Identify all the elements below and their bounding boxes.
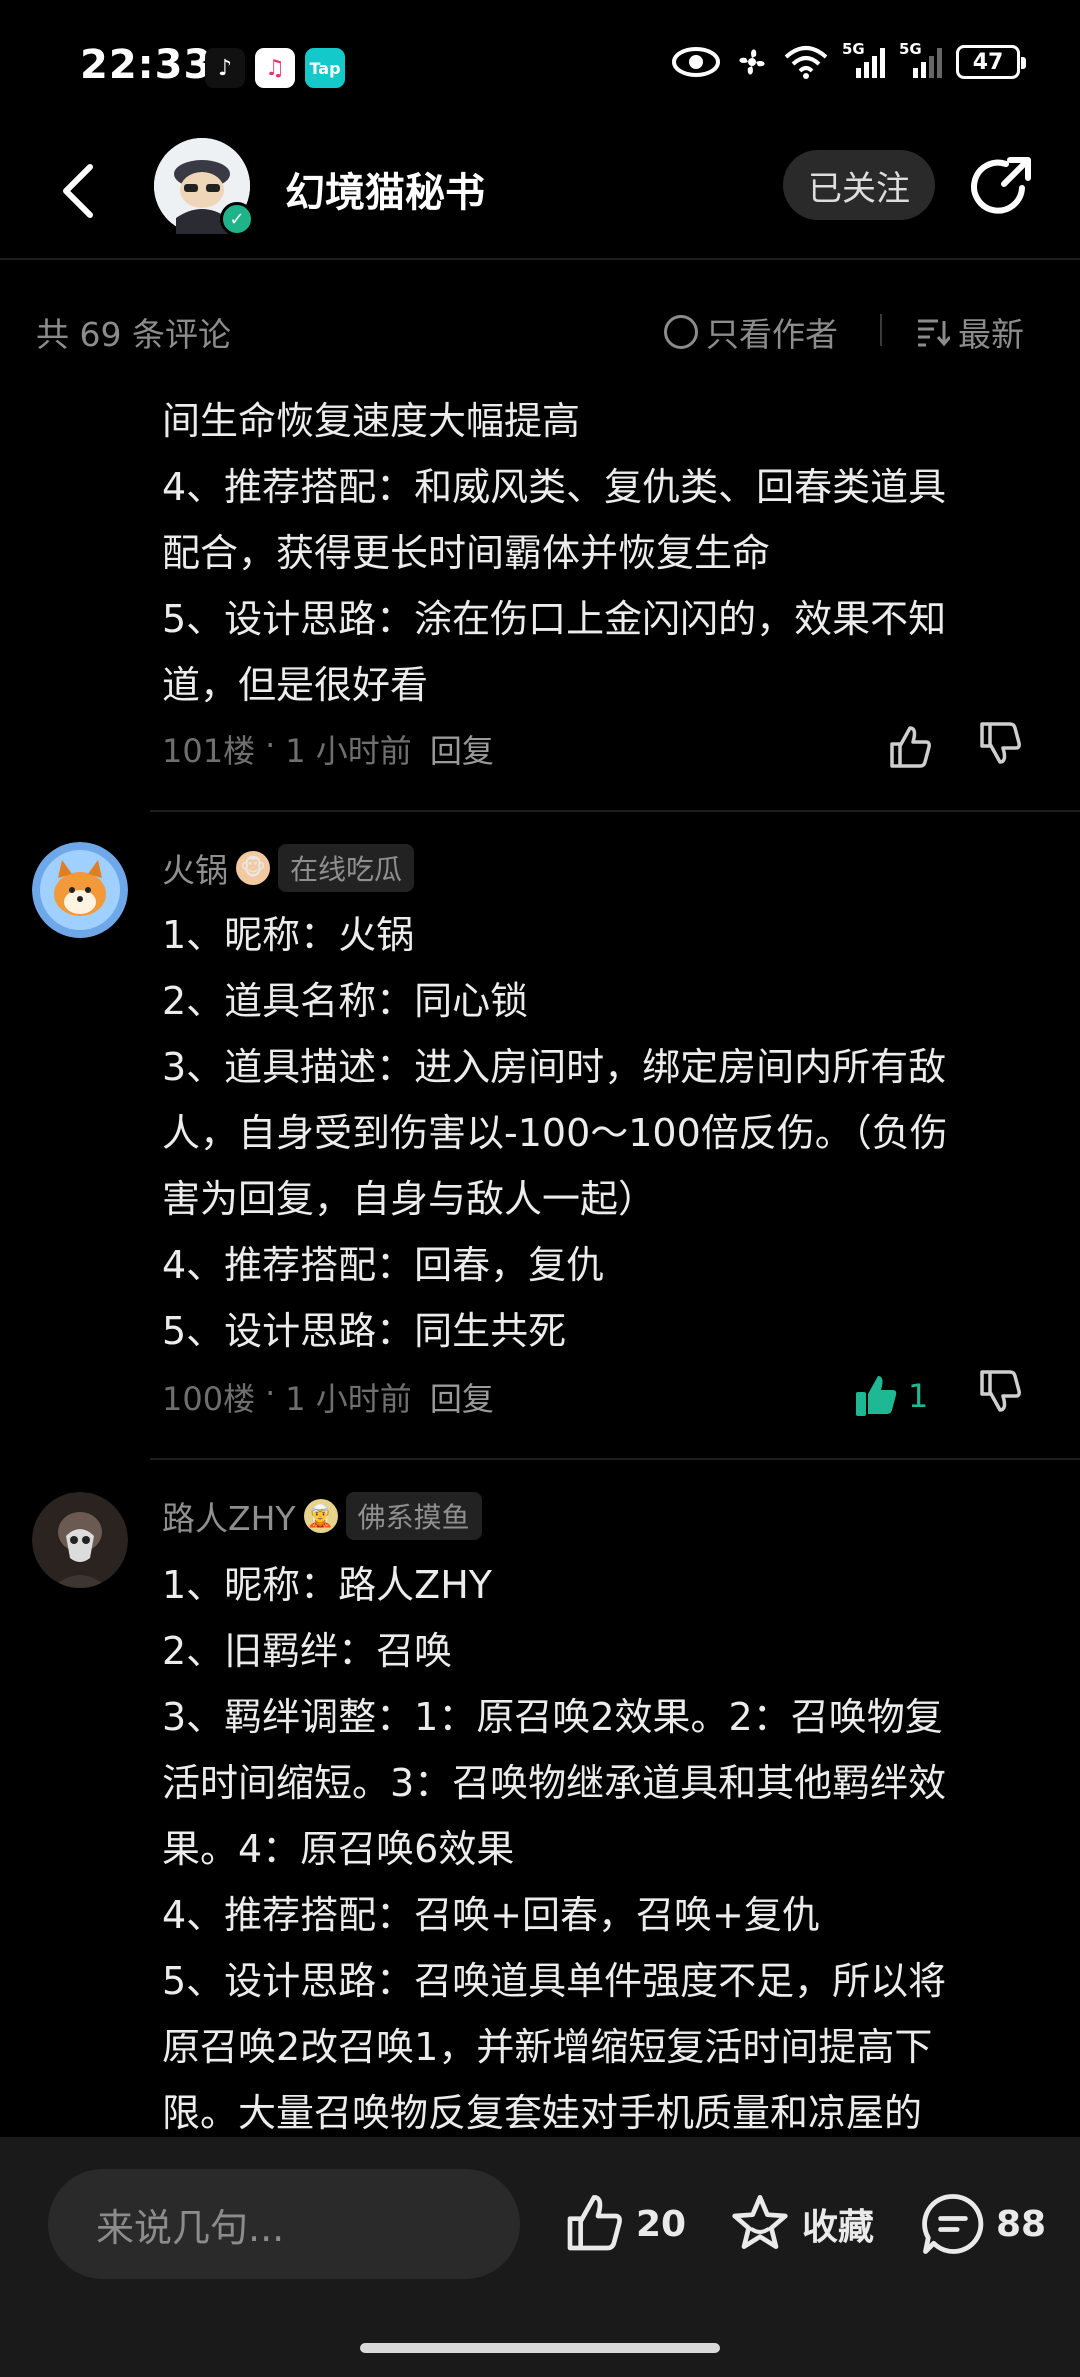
sort-label: 最新	[958, 315, 1024, 354]
user-title-badge: 佛系摸鱼	[345, 1492, 482, 1540]
user-avatar[interactable]	[32, 842, 128, 938]
author-only-label: 只看作者	[706, 315, 838, 354]
user-avatar[interactable]	[32, 1492, 128, 1588]
thumbs-down-icon	[980, 722, 1021, 764]
star-icon	[732, 2195, 788, 2249]
sort-icon	[918, 319, 950, 347]
top-nav: ✓ 幻境猫秘书 已关注	[0, 130, 1080, 260]
share-icon	[971, 157, 1031, 214]
comment-meta: 100楼 · 1 小时前 回复	[162, 1374, 494, 1420]
floor-number: 100楼	[162, 1380, 256, 1418]
share-button[interactable]	[966, 152, 1036, 222]
comment-filter-bar: 共 69 条评论 只看作者 最新	[0, 300, 1080, 360]
comment-time: 1 小时前	[285, 732, 412, 770]
divider	[150, 1458, 1080, 1460]
thumbs-up-filled-icon	[856, 1376, 897, 1416]
floor-number: 101楼	[162, 732, 256, 770]
comment-meta: 101楼 · 1 小时前 回复	[162, 726, 494, 772]
like-button[interactable]	[886, 718, 946, 778]
like-count: 1	[908, 1377, 929, 1415]
dislike-button[interactable]	[976, 1366, 1036, 1426]
page-title: 幻境猫秘书	[285, 170, 485, 216]
shiba-dog-avatar	[32, 842, 128, 938]
reply-button[interactable]: 回复	[430, 726, 494, 772]
status-indicators: 5G 5G 47	[672, 40, 1026, 80]
comment-input[interactable]: 来说几句...	[48, 2169, 520, 2279]
chevron-left-icon	[63, 164, 93, 218]
follow-button[interactable]: 已关注	[783, 150, 935, 220]
notification-icons: ♪ ♫ Tap	[205, 48, 345, 88]
status-bar: 22:33 ♪ ♫ Tap 5G 5G 47	[0, 0, 1080, 130]
comment-count: 共 69 条评论	[36, 315, 231, 354]
back-button[interactable]	[48, 156, 108, 226]
reply-button[interactable]: 回复	[430, 1374, 494, 1420]
comment-text: 间生命恢复速度大幅提高 4、推荐搭配：和威风类、复仇类、回春类道具 配合，获得更…	[162, 399, 947, 707]
taptap-icon: Tap	[305, 48, 345, 88]
chat-bubble-icon	[922, 2194, 984, 2254]
comments-button[interactable]: 88	[920, 2189, 1046, 2259]
user-info-row: 路人ZHY 🧝 佛系摸鱼	[162, 1492, 482, 1540]
battery-indicator: 47	[956, 45, 1026, 79]
thumbs-down-icon	[980, 1370, 1021, 1412]
monkey-badge-icon: 🐵	[236, 851, 270, 885]
user-info-row: 火锅 🐵 在线吃瓜	[162, 844, 415, 892]
radio-circle-icon	[664, 315, 698, 349]
music-app-icon: ♫	[255, 48, 295, 88]
comment-text: 1、昵称：火锅 2、道具名称：同心锁 3、道具描述：进入房间时，绑定房间内所有敌…	[162, 913, 948, 1353]
username[interactable]: 火锅	[162, 844, 228, 892]
divider	[880, 314, 882, 346]
signal-icon-sim1: 5G	[842, 40, 885, 78]
dislike-button[interactable]	[976, 718, 1036, 778]
favorite-label: 收藏	[802, 2207, 875, 2248]
author-only-toggle[interactable]: 只看作者	[664, 308, 838, 356]
thumbs-up-icon	[890, 726, 931, 768]
comment-time: 1 小时前	[285, 1380, 412, 1418]
signal-icon-sim2: 5G	[899, 40, 942, 78]
divider	[150, 810, 1080, 812]
wifi-icon	[784, 46, 828, 79]
author-avatar[interactable]: ✓	[154, 138, 254, 236]
tiktok-icon: ♪	[205, 48, 245, 88]
post-like-button[interactable]: 20	[562, 2189, 686, 2259]
thumbs-up-icon	[567, 2195, 622, 2251]
comments-count: 88	[996, 2203, 1047, 2245]
user-title-badge: 在线吃瓜	[278, 844, 415, 892]
masked-figure-avatar	[32, 1492, 128, 1588]
verified-icon: ✓	[220, 202, 254, 236]
status-time: 22:33	[80, 42, 213, 88]
eye-icon	[672, 47, 720, 77]
comment-text: 1、昵称：路人ZHY 2、旧羁绊：召唤 3、羁绊调整：1：原召唤2效果。2：召唤…	[162, 1563, 947, 2135]
bottom-action-bar: 来说几句... 20 收藏 88	[0, 2137, 1080, 2377]
like-button-active[interactable]: 1	[852, 1366, 952, 1426]
post-like-count: 20	[636, 2203, 687, 2245]
character-badge-icon: 🧝	[303, 1499, 338, 1533]
sort-toggle[interactable]: 最新	[916, 308, 1024, 356]
fan-icon	[739, 49, 765, 75]
username[interactable]: 路人ZHY	[162, 1492, 296, 1540]
favorite-button[interactable]: 收藏	[728, 2189, 874, 2259]
home-indicator[interactable]	[360, 2343, 720, 2353]
